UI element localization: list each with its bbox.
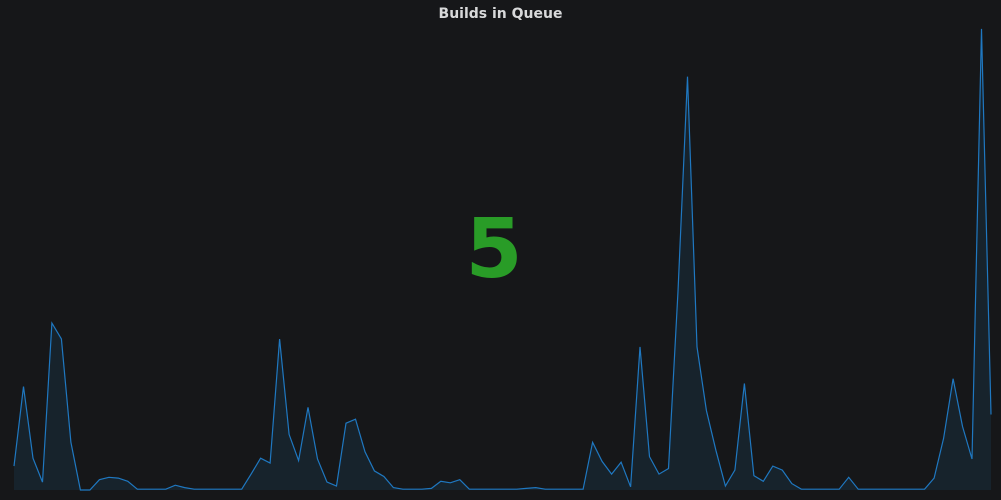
stat-value: 5 [465, 202, 523, 297]
singlestat-panel: Builds in Queue 5 [0, 0, 1001, 500]
